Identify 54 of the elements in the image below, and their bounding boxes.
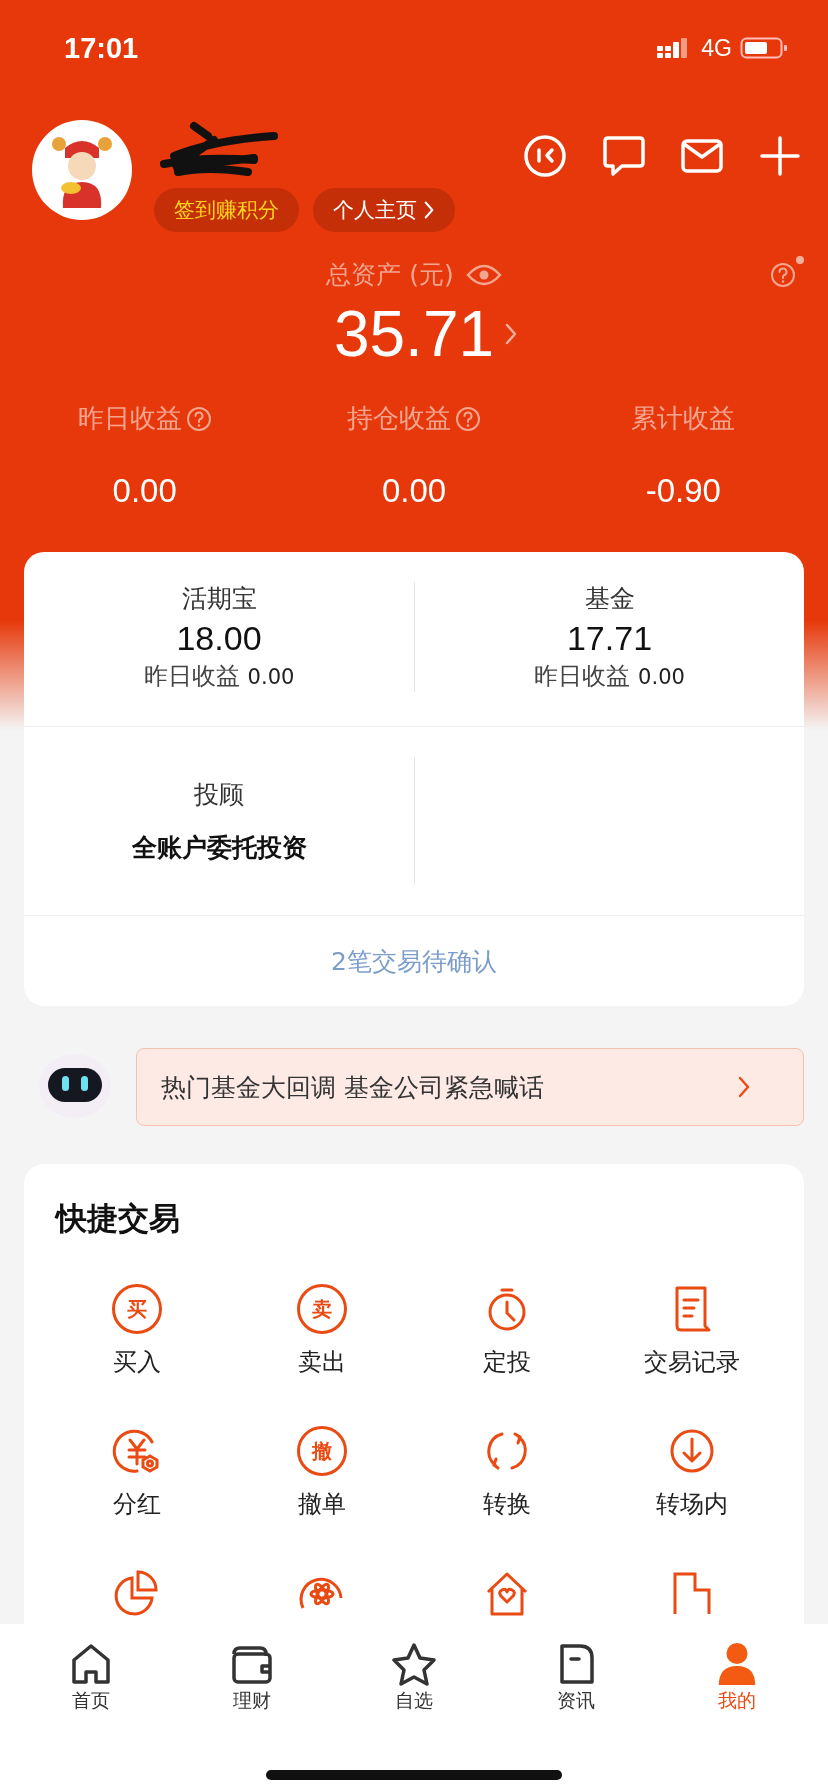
- tab[interactable]: 资讯: [494, 1624, 657, 1714]
- metric-label: 昨日收益: [77, 402, 182, 435]
- robot-face-icon[interactable]: [522, 134, 568, 178]
- network-label: 4G: [701, 34, 732, 62]
- quick-action[interactable]: 买入: [112, 1346, 161, 1378]
- status-time: 17:01: [64, 31, 139, 65]
- star-icon[interactable]: [391, 1642, 437, 1686]
- tab[interactable]: 首页: [10, 1624, 172, 1714]
- total-assets-label: 总资产 (元): [326, 259, 454, 291]
- tab[interactable]: 我的: [656, 1624, 818, 1714]
- chevron-right-icon: [423, 200, 435, 220]
- quick-action[interactable]: 分红: [112, 1488, 161, 1520]
- check-in-button[interactable]: 签到赚积分: [154, 188, 299, 232]
- quick-action[interactable]: 卖出: [297, 1346, 346, 1378]
- quick-action[interactable]: 转换: [482, 1488, 531, 1520]
- quick-action[interactable]: 撤单: [297, 1488, 346, 1520]
- holding-value: 17.71: [566, 619, 653, 658]
- metric-value: 0.00: [112, 472, 177, 510]
- metric-label: 累计收益: [631, 402, 736, 435]
- metric-label: 持仓收益: [347, 402, 451, 435]
- notification-dot: [796, 256, 804, 264]
- tab[interactable]: 理财: [171, 1624, 334, 1714]
- chevron-right-icon: [737, 1075, 751, 1099]
- advisor-name[interactable]: 投顾: [194, 778, 244, 811]
- advisor-title: 全账户委托投资: [131, 832, 307, 864]
- plus-icon[interactable]: [758, 134, 802, 178]
- help-icon[interactable]: [455, 405, 481, 432]
- news-banner[interactable]: 热门基金大回调 基金公司紧急喊话: [136, 1048, 804, 1126]
- yesterday-label: 昨日收益: [534, 661, 631, 692]
- yesterday-value: 0.00: [638, 665, 685, 689]
- banner-text: 热门基金大回调 基金公司紧急喊话: [161, 1071, 544, 1104]
- quick-action[interactable]: 交易记录: [643, 1346, 740, 1378]
- circle-character-icon: 撤: [296, 1426, 347, 1476]
- circle-character-icon: 买: [111, 1284, 162, 1334]
- profile-link[interactable]: 个人主页: [313, 188, 455, 232]
- yesterday-value: 0.00: [247, 665, 295, 689]
- section-title: 快捷交易: [56, 1199, 181, 1238]
- quick-action[interactable]: 定投: [482, 1346, 531, 1378]
- battery-icon: [740, 36, 788, 60]
- yesterday-label: 昨日收益: [143, 661, 240, 692]
- total-assets-value[interactable]: 35.71: [333, 297, 495, 371]
- chat-icon[interactable]: [602, 134, 646, 178]
- metric-value: 0.00: [381, 472, 447, 510]
- help-icon[interactable]: [185, 405, 212, 432]
- metric-value: -0.90: [645, 472, 721, 510]
- eye-icon[interactable]: [465, 262, 502, 287]
- holding-name[interactable]: 活期宝: [181, 582, 257, 615]
- circle-character-icon: 卖: [296, 1284, 347, 1334]
- help-icon[interactable]: [770, 262, 796, 288]
- tab[interactable]: 自选: [333, 1624, 495, 1714]
- holding-name[interactable]: 基金: [584, 582, 635, 615]
- quick-action[interactable]: 转场内: [655, 1488, 728, 1520]
- holding-value: 18.00: [176, 619, 262, 658]
- chevron-right-icon: [504, 322, 519, 346]
